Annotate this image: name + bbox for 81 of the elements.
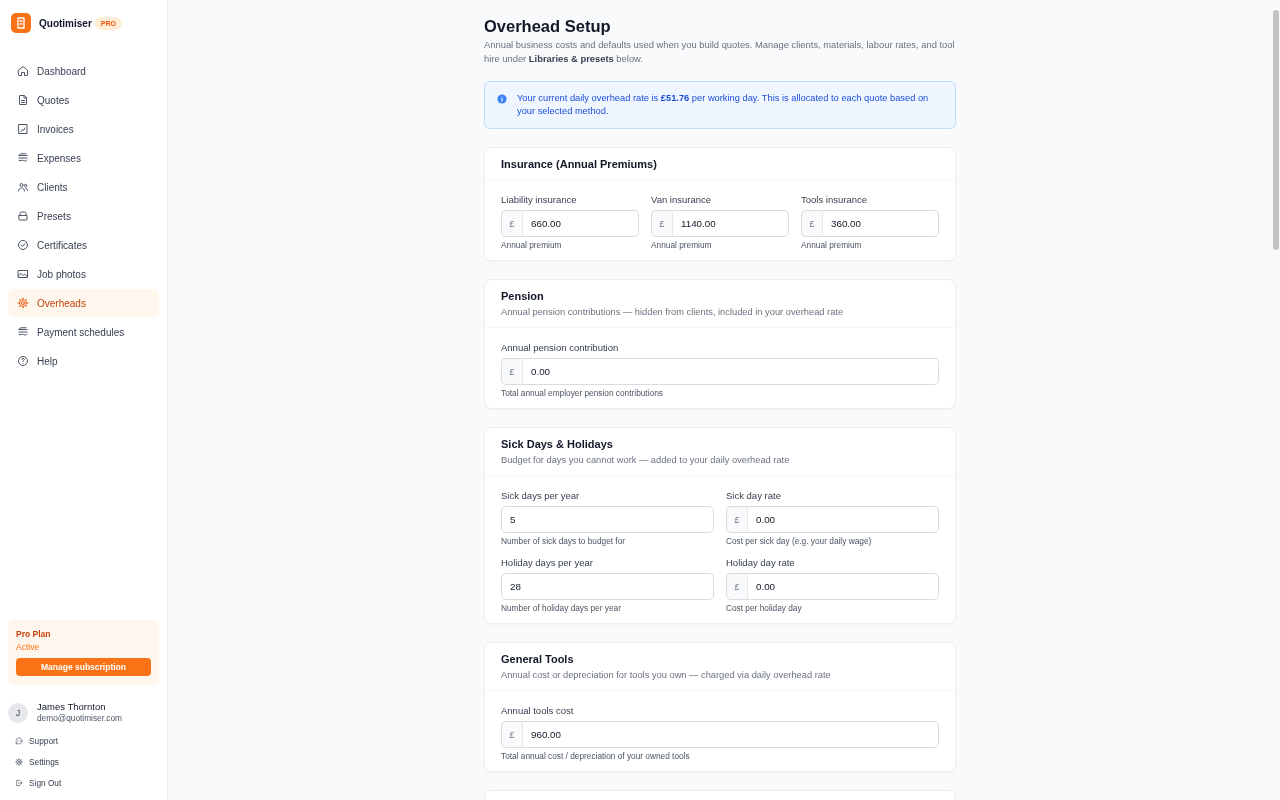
section-title: Insurance (Annual Premiums) [501,157,658,171]
field-label: Van insurance [651,193,713,207]
brand-name: Quotimiser [39,17,92,29]
currency-prefix: £ [651,210,673,237]
currency-prefix: £ [726,506,748,533]
nav-item[interactable]: Quotes [8,86,159,114]
nav-item[interactable]: Payment schedules [8,318,159,346]
gear-icon [17,297,29,309]
number-input[interactable]: 360.00 [823,210,939,237]
field-hint: Number of sick days to budget for [501,535,627,547]
currency-prefix: £ [501,210,523,237]
info-text: Your current daily overhead rate is £51.76 per working day. This is allocated to each quote based on your selected method. [517,92,930,118]
number-input[interactable]: 0.00 [748,506,939,533]
nav-item[interactable]: Presets [8,202,159,230]
stack-icon [17,152,29,164]
field-label: Holiday days per year [501,556,594,570]
field-label: Annual pension contribution [501,341,620,355]
number-input[interactable]: 28 [501,573,714,600]
page-title: Overhead Setup [484,16,612,36]
nav-item[interactable]: Clients [8,173,159,201]
field-label: Liability insurance [501,193,578,207]
section-title: General Tools [501,652,575,666]
field-hint: Total annual employer pension contributions [501,387,664,399]
check-circle-icon [17,239,29,251]
number-input[interactable]: 660.00 [523,210,639,237]
logout-icon [15,778,23,787]
people-icon [17,181,29,193]
field-label: Tools insurance [801,193,868,207]
field-hint: Annual premium [501,239,563,251]
plan-status: Active [16,641,41,654]
section-title: Sick Days & Holidays [501,437,614,451]
currency-prefix: £ [501,721,523,748]
avatar: J [8,702,28,723]
field-hint: Annual premium [651,239,713,251]
image-icon [17,268,29,280]
nav-item[interactable]: Overheads [8,289,159,317]
sidebar-link[interactable]: Support [8,730,159,751]
settings-icon [15,757,23,766]
nav-item[interactable]: Help [8,347,159,375]
help-icon [17,355,29,367]
field-hint: Number of holiday days per year [501,602,622,614]
plan-title: Pro Plan [16,628,52,640]
sidebar-link[interactable]: Settings [8,751,159,772]
user-name: James Thornton [37,701,107,713]
field-hint: Cost per sick day (e.g. your daily wage) [726,535,873,547]
scrollbar-thumb[interactable] [1273,10,1279,250]
chat-icon [15,736,23,745]
currency-prefix: £ [501,358,523,385]
field-hint: Cost per holiday day [726,602,803,614]
user-email: demo@quotimiser.com [37,713,122,724]
field-label: Annual tools cost [501,704,575,718]
number-input[interactable]: 5 [501,506,714,533]
house-icon [17,65,29,77]
section-description: Annual cost or depreciation for tools you own — charged via daily overhead rate [501,669,832,682]
nav-item[interactable]: Certificates [8,231,159,259]
field-hint: Total annual cost / depreciation of your owned tools [501,750,691,762]
nav-item[interactable]: Expenses [8,144,159,172]
currency-prefix: £ [726,573,748,600]
section-title: Pension [501,289,545,303]
chart-square-icon [17,123,29,135]
nav-item[interactable]: Job photos [8,260,159,288]
field-label: Sick days per year [501,489,581,503]
section-description: Annual pension contributions — hidden from clients, included in your overhead rate [501,306,845,319]
document-icon [17,94,29,106]
logo-icon [11,13,31,33]
number-input[interactable]: 0.00 [523,358,939,385]
case-icon [17,210,29,222]
info-icon [497,94,507,104]
field-label: Sick day rate [726,489,782,503]
field-hint: Annual premium [801,239,863,251]
stack-icon [17,326,29,338]
page-description: Annual business costs and defaults used when you build quotes. Manage clients, materials, labour rates, and tool hire under Libraries & presets below. [484,38,956,66]
currency-prefix: £ [801,210,823,237]
field-label: Holiday day rate [726,556,796,570]
number-input[interactable]: 960.00 [523,721,939,748]
nav-item[interactable]: Dashboard [8,57,159,85]
sidebar-link[interactable]: Sign Out [8,772,159,793]
number-input[interactable]: 0.00 [748,573,939,600]
section-description: Budget for days you cannot work — added to your daily overhead rate [501,454,791,467]
number-input[interactable]: 1140.00 [673,210,789,237]
nav-item[interactable]: Invoices [8,115,159,143]
